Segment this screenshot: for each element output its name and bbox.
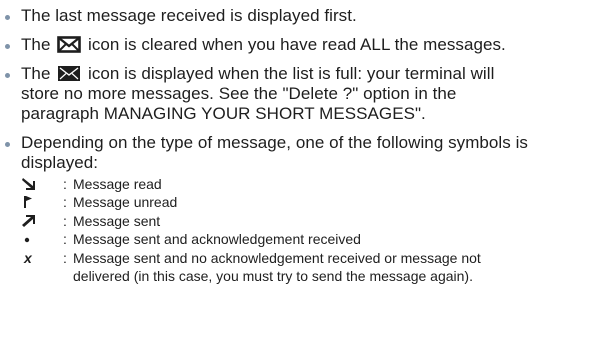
bullet-4-line-2: displayed: xyxy=(21,153,99,172)
symbol-row-not-acknowledged: x : Message sent and no acknowledgement … xyxy=(0,250,601,286)
bullet-item-3: The icon is displayed when the list is f… xyxy=(0,64,601,126)
bullet-1-line-1: The last message received is displayed f… xyxy=(21,6,357,25)
symbol-row-acknowledged: : Message sent and acknowledgement recei… xyxy=(0,231,601,248)
bullet-3-line-3: paragraph MANAGING YOUR SHORT MESSAGES". xyxy=(21,104,426,123)
symbol-label-line-2: delivered (in this case, you must try to… xyxy=(73,268,473,284)
symbol-label-line-1: Message sent and no acknowledgement rece… xyxy=(73,250,481,266)
symbol-row-sent: : Message sent xyxy=(0,213,601,230)
bullet-2-before-icon: The xyxy=(21,35,51,54)
bullet-item-1: The last message received is displayed f… xyxy=(0,6,601,28)
symbol-row-unread: : Message unread xyxy=(0,194,601,211)
colon: : xyxy=(63,213,67,229)
bullet-4-line-1: Depending on the type of message, one of… xyxy=(21,133,528,152)
bullet-item-2: The icon is cleared when you have read A… xyxy=(0,35,601,57)
dot-icon xyxy=(22,232,36,246)
bullet-dot xyxy=(5,142,10,147)
bullet-3-after-icon: icon is displayed when the list is full:… xyxy=(88,64,495,83)
bullet-3-line-2: store no more messages. See the "Delete … xyxy=(21,84,457,103)
symbol-label: Message sent and acknowledgement receive… xyxy=(73,231,361,247)
colon: : xyxy=(63,176,67,192)
bullet-3-before-icon: The xyxy=(21,64,51,83)
manual-page: The last message received is displayed f… xyxy=(0,0,601,339)
symbol-row-read: : Message read xyxy=(0,176,601,193)
bullet-dot xyxy=(5,73,10,78)
symbol-label: Message sent xyxy=(73,213,161,229)
bullet-text: The icon is cleared when you have read A… xyxy=(21,35,601,55)
colon: : xyxy=(63,194,67,210)
message-unread-flag-icon xyxy=(22,195,36,209)
bullet-text: Depending on the type of message, one of… xyxy=(21,133,601,173)
bullet-dot xyxy=(5,15,10,20)
symbol-label: Message read xyxy=(73,176,162,192)
colon: : xyxy=(63,231,67,247)
envelope-outline-icon xyxy=(57,36,82,58)
colon: : xyxy=(63,250,67,266)
message-read-arrow-icon xyxy=(22,177,36,191)
symbol-label: Message unread xyxy=(73,194,178,210)
bullet-text: The last message received is displayed f… xyxy=(21,6,601,26)
bullet-text: The icon is displayed when the list is f… xyxy=(21,64,601,124)
bullet-2-after-icon: icon is cleared when you have read ALL t… xyxy=(88,35,506,54)
x-icon: x xyxy=(24,250,32,266)
bullet-item-4: Depending on the type of message, one of… xyxy=(0,133,601,175)
message-sent-arrow-icon xyxy=(22,214,36,228)
bullet-dot xyxy=(5,44,10,49)
